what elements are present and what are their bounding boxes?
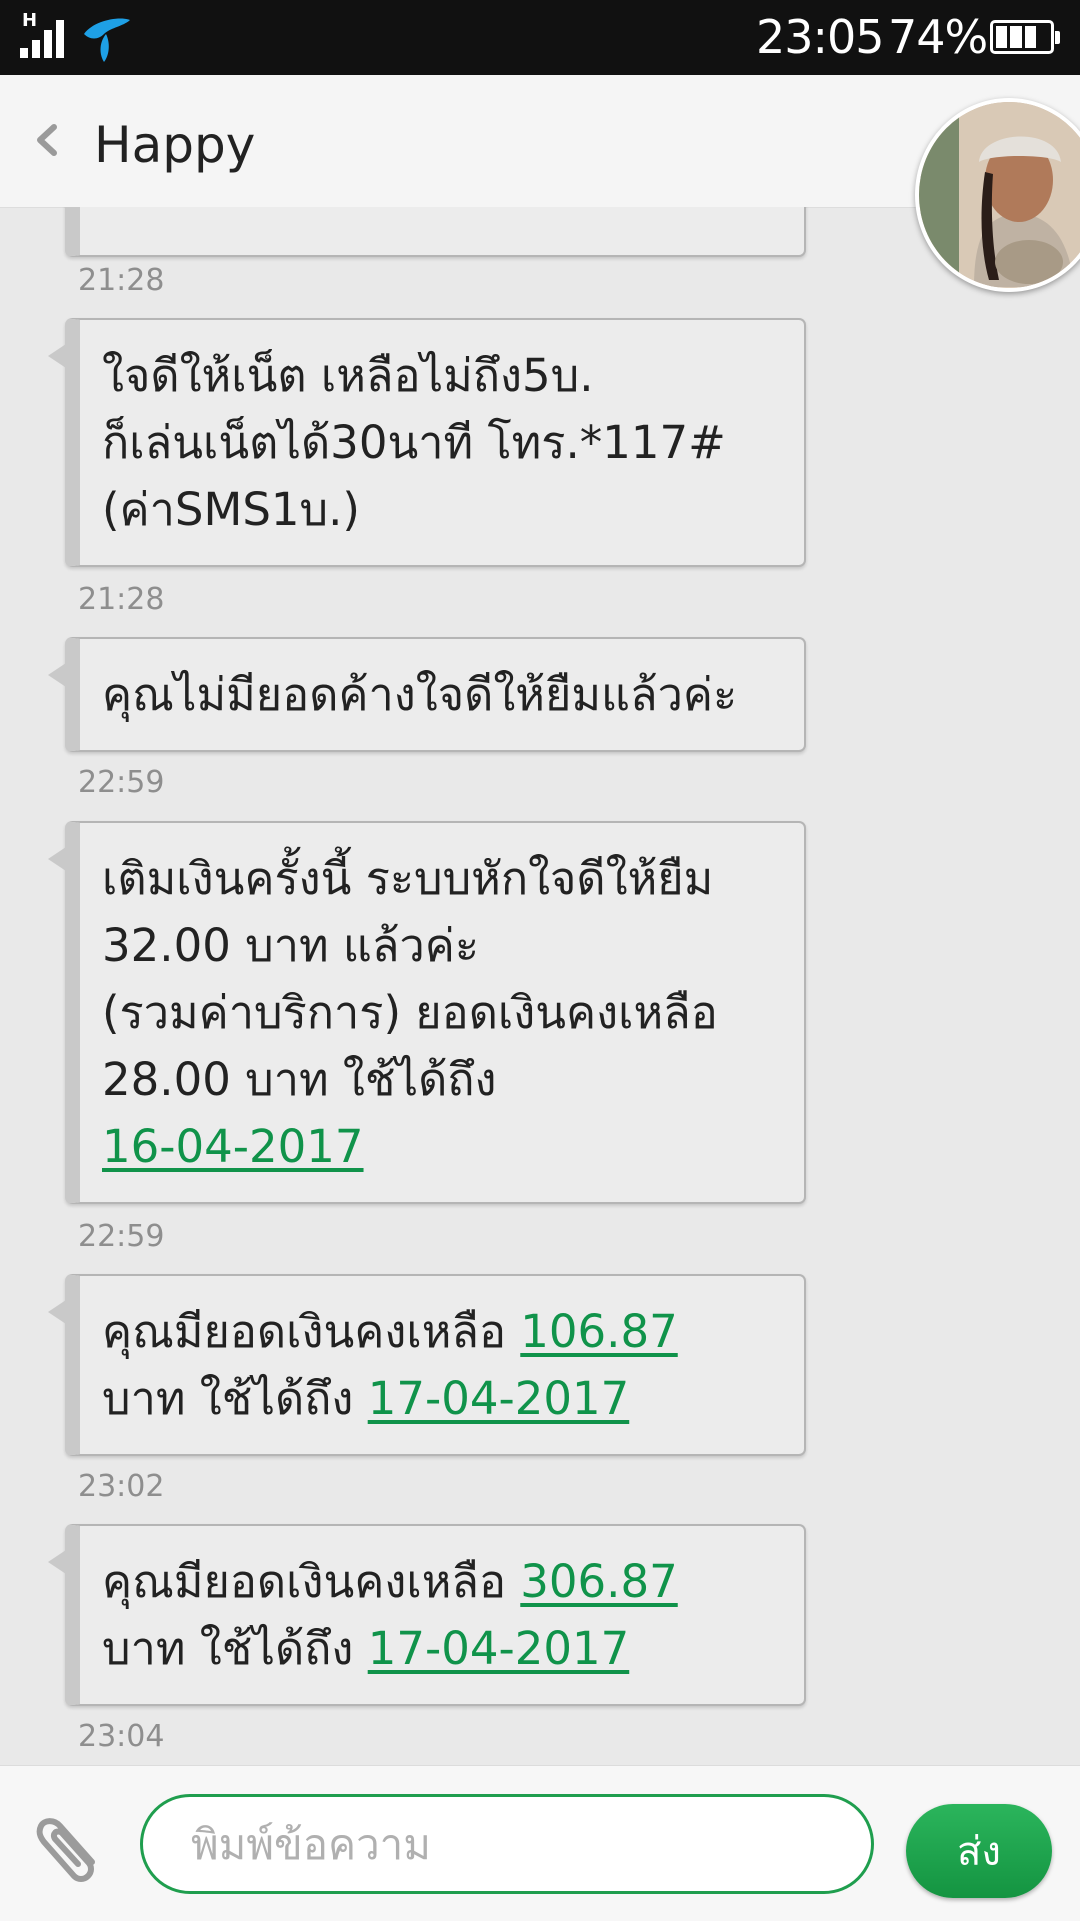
message-text: คุณไม่มียอดค้างใจดีให้ยืมแล้วค่ะ — [102, 668, 738, 721]
paperclip-icon[interactable] — [34, 1804, 104, 1884]
compose-bar: ส่ง — [0, 1765, 1080, 1921]
date-link[interactable]: 16-04-2017 — [102, 1120, 364, 1173]
message-bubble[interactable]: คุณมียอดเงินคงเหลือ 106.87 บาท ใช้ได้ถึง… — [48, 1274, 806, 1456]
message-bubble[interactable]: ใจดีให้เน็ต เหลือไม่ถึง5บ. ก็เล่นเน็ตได้… — [48, 318, 806, 567]
message-text: (ค่าSMS1บ.) — [102, 483, 360, 536]
message-text: คุณมียอดเงินคงเหลือ — [102, 1555, 506, 1608]
date-link[interactable]: 17-04-2017 — [368, 1622, 630, 1675]
message-text: ใจดีให้เน็ต เหลือไม่ถึง5บ. — [102, 349, 594, 402]
carrier-icon — [84, 18, 130, 62]
signal-icon — [20, 18, 70, 58]
message-bubble[interactable]: เติมเงินครั้งนี้ ระบบหักใจดีให้ยืม 32.00… — [48, 821, 806, 1204]
chevron-left-icon[interactable] — [30, 115, 64, 165]
message-text: บาท ใช้ได้ถึง — [102, 1622, 354, 1675]
message-input[interactable] — [140, 1794, 874, 1894]
message-bubble-previous[interactable] — [65, 207, 806, 257]
send-button[interactable]: ส่ง — [906, 1804, 1052, 1898]
message-text: บาท ใช้ได้ถึง — [102, 1372, 354, 1425]
message-text: คุณมียอดเงินคงเหลือ — [102, 1305, 506, 1358]
message-text: 32.00 บาท แล้วค่ะ — [102, 919, 480, 972]
message-time: 21:28 — [78, 582, 165, 617]
date-link[interactable]: 17-04-2017 — [368, 1372, 630, 1425]
message-list[interactable]: 21:28 ใจดีให้เน็ต เหลือไม่ถึง5บ. ก็เล่นเ… — [0, 207, 1080, 1765]
balance-link[interactable]: 106.87 — [520, 1305, 677, 1358]
message-text: 28.00 บาท ใช้ได้ถึง — [102, 1053, 497, 1106]
message-text: เติมเงินครั้งนี้ ระบบหักใจดีให้ยืม — [102, 852, 714, 905]
status-clock: 23:05 — [756, 10, 885, 64]
message-time: 23:02 — [78, 1469, 165, 1504]
balance-link[interactable]: 306.87 — [520, 1555, 677, 1608]
message-bubble[interactable]: คุณไม่มียอดค้างใจดีให้ยืมแล้วค่ะ — [48, 637, 806, 752]
message-time: 23:04 — [78, 1719, 165, 1754]
message-time: 22:59 — [78, 1219, 165, 1254]
message-time: 22:59 — [78, 765, 165, 800]
message-bubble[interactable]: คุณมียอดเงินคงเหลือ 306.87 บาท ใช้ได้ถึง… — [48, 1524, 806, 1706]
message-text: ก็เล่นเน็ตได้30นาที โทร.*117# — [102, 416, 726, 469]
contact-name: Happy — [94, 116, 256, 174]
status-bar: H 23:05 74% — [0, 0, 1080, 75]
message-text: (รวมค่าบริการ) ยอดเงินคงเหลือ — [102, 986, 718, 1039]
message-time: 21:28 — [78, 263, 165, 298]
battery-percent: 74% — [888, 10, 988, 64]
battery-icon — [990, 20, 1060, 54]
